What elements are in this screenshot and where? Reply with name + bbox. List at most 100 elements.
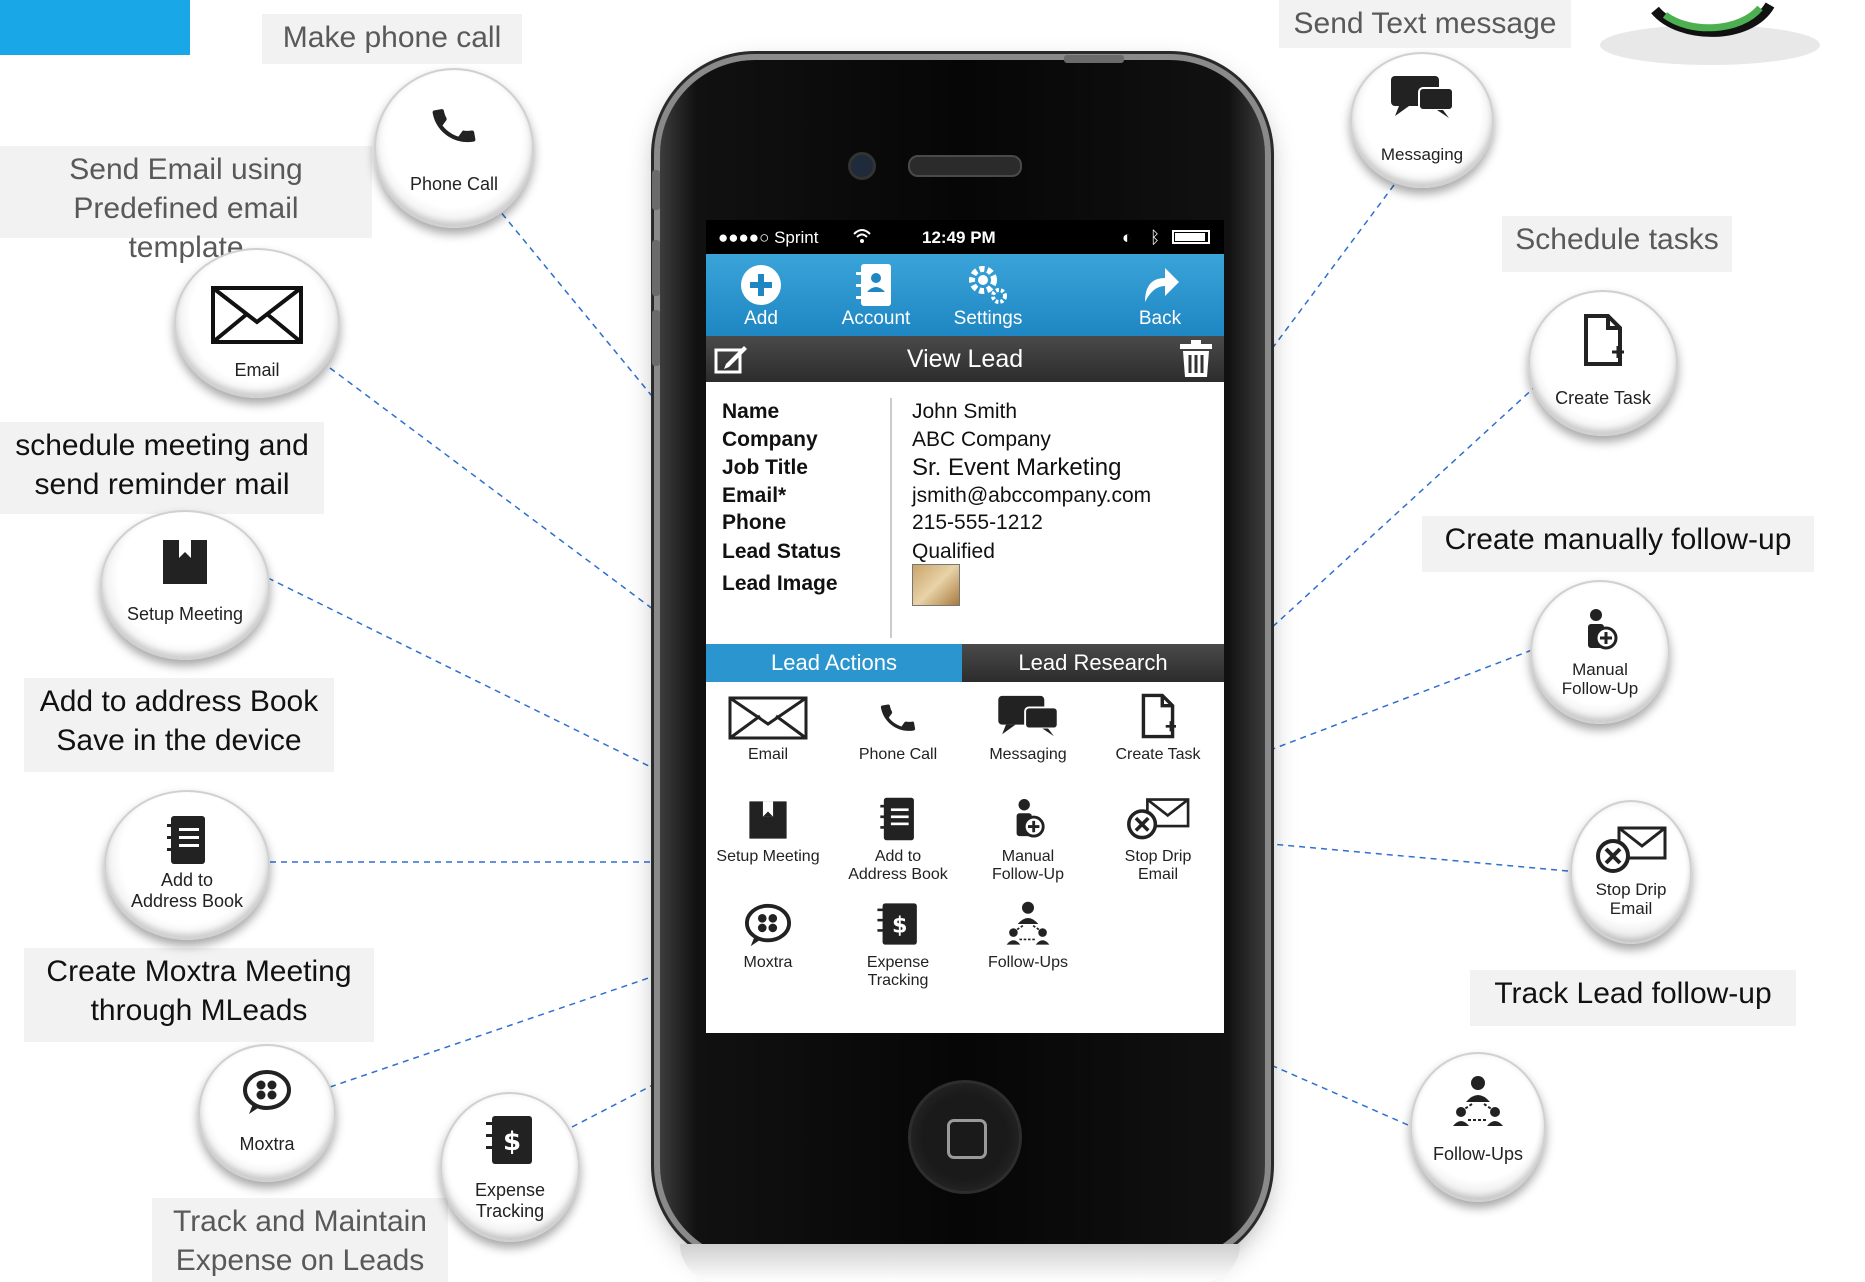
add-circle-icon (716, 262, 806, 305)
battery-icon (1172, 230, 1210, 244)
bubble-create-task[interactable]: Create Task (1528, 290, 1678, 436)
people-network-icon (1412, 1074, 1544, 1135)
volume-up-button (652, 240, 660, 296)
action-email[interactable]: Email (708, 688, 828, 764)
toolbar-back-label: Back (1138, 308, 1182, 329)
action-phone-call[interactable]: Phone Call (838, 688, 958, 764)
action-messaging[interactable]: Messaging (968, 688, 1088, 764)
bubble-setup-meeting-label: Setup Meeting (126, 604, 244, 624)
home-button[interactable] (908, 1080, 1022, 1194)
callout-address-book: Add to address Book Save in the device (24, 678, 334, 772)
mute-switch (652, 170, 660, 210)
toolbar-add[interactable]: Add (716, 254, 806, 336)
action-setup-meeting-label: Setup Meeting (716, 848, 820, 865)
chat-bubble-icon (200, 1068, 334, 1121)
action-add-address-book-label: Add to Address Book (848, 848, 948, 883)
envelope-icon (176, 286, 338, 349)
detail-value: John Smith (912, 400, 1018, 423)
bubble-create-task-label: Create Task (1555, 388, 1651, 408)
address-book-icon (838, 790, 958, 842)
phone-icon (376, 98, 532, 159)
detail-label: Phone (722, 511, 787, 534)
envelope-icon (708, 688, 828, 740)
action-setup-meeting[interactable]: Setup Meeting (708, 790, 828, 866)
toolbar-add-label: Add (744, 308, 778, 329)
action-add-address-book[interactable]: Add to Address Book (838, 790, 958, 884)
action-manual-followup[interactable]: Manual Follow-Up (968, 790, 1088, 884)
action-followups[interactable]: Follow-Ups (968, 896, 1088, 972)
home-square-icon (947, 1119, 987, 1159)
carrier-signal: ●●●●○ Sprint (718, 228, 819, 247)
bubble-email-label: Email (234, 360, 280, 380)
action-create-task[interactable]: Create Task (1098, 688, 1218, 764)
bubble-messaging[interactable]: Messaging (1350, 52, 1494, 188)
expense-ledger-icon: $ (442, 1112, 578, 1173)
svg-text:$: $ (892, 913, 908, 939)
view-lead-bar: View Lead (706, 336, 1224, 382)
meeting-book-icon (708, 790, 828, 842)
bubble-expense[interactable]: $ Expense Tracking (440, 1092, 580, 1242)
detail-row: Lead Image (706, 564, 1224, 606)
back-arrow-icon (1110, 262, 1210, 304)
detail-row: Email* jsmith@abccompany.com (706, 484, 1224, 514)
bubble-messaging-label: Messaging (1380, 145, 1464, 164)
bubble-stop-drip-label: Stop Drip Email (1595, 880, 1667, 918)
top-toolbar: Add Account Settings Back (706, 254, 1224, 336)
bubble-expense-label: Expense Tracking (474, 1180, 546, 1221)
address-book-icon (106, 814, 268, 871)
detail-value[interactable]: 215-555-1212 (912, 511, 1043, 535)
action-create-task-label: Create Task (1115, 746, 1201, 763)
new-document-icon (1530, 312, 1676, 373)
bubble-email[interactable]: Email (174, 248, 340, 398)
power-button (1064, 55, 1124, 63)
detail-row: Job Title Sr. Event Marketing (706, 454, 1224, 486)
bluetooth-icon: ᛒ (1150, 228, 1161, 247)
page-title: View Lead (906, 345, 1024, 373)
action-stop-drip-email-label: Stop Drip Email (1124, 848, 1192, 883)
toolbar-settings[interactable]: Settings (938, 254, 1038, 336)
detail-value[interactable]: jsmith@abccompany.com (912, 484, 1151, 508)
bubble-setup-meeting[interactable]: Setup Meeting (100, 510, 270, 660)
toolbar-back[interactable]: Back (1110, 254, 1210, 336)
add-person-icon (968, 790, 1088, 842)
bubble-stop-drip[interactable]: Stop Drip Email (1570, 800, 1692, 944)
chat-bubble-icon (708, 896, 828, 948)
detail-label: Name (722, 400, 780, 423)
detail-value: ABC Company (912, 428, 1051, 451)
bubble-moxtra-label: Moxtra (239, 1134, 295, 1154)
bubble-address-book-label: Add to Address Book (130, 870, 244, 911)
bubble-moxtra[interactable]: Moxtra (198, 1044, 336, 1182)
brand-logo (1600, 2, 1820, 65)
detail-label: Job Title (722, 456, 808, 479)
action-messaging-label: Messaging (989, 746, 1067, 763)
toolbar-account[interactable]: Account (826, 254, 926, 336)
bubble-manual-followup[interactable]: Manual Follow-Up (1530, 580, 1670, 724)
tab-lead-actions[interactable]: Lead Actions (706, 644, 962, 682)
phone-reflection (680, 1244, 1240, 1282)
detail-label: Company (722, 428, 818, 451)
bubble-followups[interactable]: Follow-Ups (1410, 1052, 1546, 1202)
toolbar-account-label: Account (841, 308, 911, 329)
bubble-manual-followup-label: Manual Follow-Up (1561, 660, 1639, 698)
callout-manual-followup: Create manually follow-up (1422, 516, 1814, 572)
bubble-followups-label: Follow-Ups (1432, 1144, 1524, 1164)
action-stop-drip-email[interactable]: Stop Drip Email (1098, 790, 1218, 884)
bubble-address-book[interactable]: Add to Address Book (104, 790, 270, 940)
callout-text-message: Send Text message (1279, 0, 1571, 48)
action-moxtra-label: Moxtra (743, 954, 793, 971)
lead-image-thumbnail[interactable] (912, 564, 960, 606)
detail-label: Email* (722, 484, 787, 507)
action-manual-followup-label: Manual Follow-Up (991, 848, 1064, 883)
callout-expense: Track and Maintain Expense on Leads (152, 1198, 448, 1282)
bubble-phone-call[interactable]: Phone Call (374, 68, 534, 228)
phone-icon (838, 688, 958, 740)
tab-lead-research[interactable]: Lead Research (962, 644, 1224, 682)
trash-icon[interactable] (1176, 340, 1216, 383)
front-camera (848, 152, 876, 180)
detail-value: Sr. Event Marketing (912, 454, 1122, 481)
action-expense-tracking-label: Expense Tracking (866, 954, 930, 989)
action-moxtra[interactable]: Moxtra (708, 896, 828, 972)
callout-schedule-meeting: schedule meeting and send reminder mail (0, 422, 324, 514)
new-document-icon (1098, 688, 1218, 740)
action-expense-tracking[interactable]: $ Expense Tracking (838, 896, 958, 990)
